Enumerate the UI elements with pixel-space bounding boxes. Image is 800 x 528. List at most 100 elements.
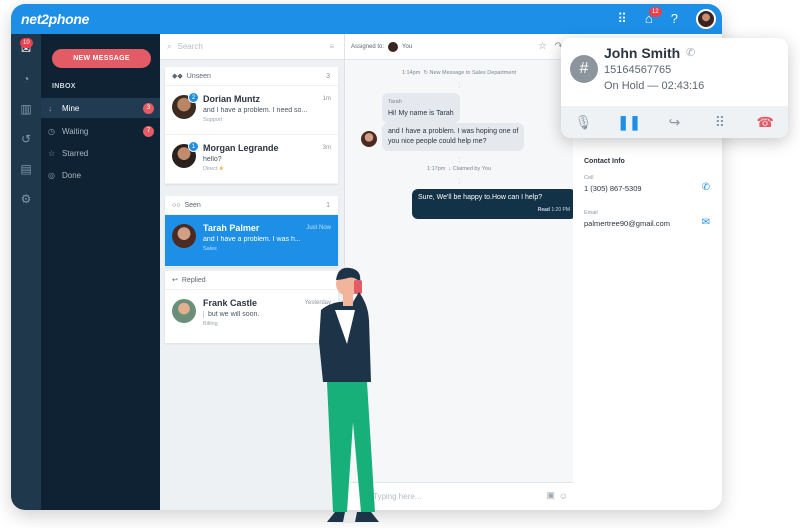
unseen-group: ◆◆ Unseen 3 2 Dorian Muntz 1m and I have… <box>165 67 338 184</box>
call-status: On Hold — 02:43:16 <box>604 80 705 92</box>
call-widget: # John Smith ✆ 15164567765 On Hold — 02:… <box>561 38 788 138</box>
dashboard-icon[interactable]: ◔ <box>11 64 41 94</box>
new-message-button[interactable]: NEW MESSAGE <box>52 49 151 68</box>
sidebar-item-label: Done <box>62 170 82 180</box>
assigned-label: Assigned to: <box>351 43 385 50</box>
group-count: 1 <box>326 201 330 209</box>
sidebar-item-label: Mine <box>62 103 80 113</box>
outgoing-message: Sure, We'll be happy to.How can I help? … <box>412 189 576 219</box>
emoji-icon[interactable]: ☺ <box>559 491 568 501</box>
avatar <box>172 299 196 323</box>
assignee-avatar <box>388 41 399 52</box>
timestamp: Just Now <box>306 225 331 231</box>
transfer-icon[interactable]: ↪ <box>662 114 686 131</box>
message-text: Hi! My name is Tarah <box>388 110 454 117</box>
read-receipt: Read 1:20 PM <box>537 207 570 213</box>
keypad-icon[interactable]: ⠿ <box>708 114 732 131</box>
conversation-item[interactable]: 1 Morgan Legrande 3m hello? Direct ★ <box>165 135 338 184</box>
search-bar[interactable]: ⌕ Search ≡ <box>160 34 344 60</box>
system-message: 1:14pm ↻ New Message to Sales Department <box>401 70 517 76</box>
sidebar-item-mine[interactable]: ↓ Mine 3 <box>41 98 160 118</box>
reply-icon: ↩ <box>172 277 178 284</box>
check-circle-icon: ◎ <box>48 170 55 180</box>
pause-icon[interactable]: ❚❚ <box>617 114 641 131</box>
hash-avatar: # <box>570 55 598 83</box>
search-input[interactable]: Search <box>177 42 202 51</box>
caller-number: 15164567765 <box>604 64 672 76</box>
mute-icon[interactable]: 🎙 <box>572 114 596 131</box>
image-icon[interactable]: ▣ <box>546 490 555 501</box>
department-tag: Support <box>203 117 223 123</box>
sidebar-item-starred[interactable]: ☆ Starred <box>41 143 160 163</box>
conversation-item-selected[interactable]: Tarah Palmer Just Now and I have a probl… <box>165 215 338 267</box>
clock-icon: ◷ <box>48 126 55 136</box>
timestamp: 1m <box>322 96 331 102</box>
group-label: Replied <box>181 276 206 284</box>
timestamp: 3m <box>322 145 331 151</box>
stats-icon[interactable]: ▥ <box>11 94 41 124</box>
divider-dots: · · <box>458 155 461 166</box>
sender-name: Tarah <box>388 99 402 105</box>
chat-header: Assigned to: You ☆ ↷ <box>345 34 573 60</box>
avatar <box>172 224 196 248</box>
top-bar: net2phone ⠿ ⌂ 12 ? <box>11 4 722 34</box>
mail-icon[interactable]: ✉ 10 <box>11 34 41 64</box>
department-tag: Direct ★ <box>203 166 224 172</box>
mail-icon[interactable]: ✉ <box>702 217 710 228</box>
seen-group: ○○ Seen 1 Tarah Palmer Just Now and I ha… <box>165 196 338 267</box>
contact-name: Morgan Legrande <box>203 143 279 153</box>
notification-badge: 12 <box>648 7 662 17</box>
mail-badge: 10 <box>20 38 33 48</box>
message-preview: hello? <box>203 156 222 163</box>
filter-icon[interactable]: ≡ <box>329 42 334 51</box>
sidebar: NEW MESSAGE INBOX ↓ Mine 3 ◷ Waiting 7 ☆… <box>41 34 160 510</box>
phone-icon: ✆ <box>686 47 696 59</box>
star-icon: ★ <box>218 166 224 172</box>
group-header: ○○ Seen 1 <box>165 196 338 215</box>
star-icon[interactable]: ☆ <box>538 41 547 52</box>
incoming-message: Tarah Hi! My name is Tarah <box>382 93 460 123</box>
count-badge: 3 <box>143 102 154 114</box>
user-avatar[interactable] <box>696 9 716 29</box>
dialpad-icon[interactable]: ⠿ <box>617 4 627 34</box>
sidebar-item-done[interactable]: ◎ Done <box>41 165 160 185</box>
seen-icon: ○○ <box>172 201 181 209</box>
incoming-message: and I have a problem. I was hoping one o… <box>382 123 525 151</box>
message-preview: but we will soon. <box>203 311 308 318</box>
conversation-item[interactable]: 2 Dorian Muntz 1m and I have a problem. … <box>165 86 338 135</box>
cell-label: Cell <box>584 175 594 181</box>
caller-name: John Smith <box>604 45 681 61</box>
email-value: palmertree90@gmail.com <box>584 219 670 228</box>
email-label: Email <box>584 210 598 216</box>
unread-badge: 1 <box>188 141 199 152</box>
sidebar-item-label: Starred <box>62 148 89 158</box>
count-badge: 7 <box>143 125 154 137</box>
notifications-icon[interactable]: ⌂ 12 <box>645 4 662 34</box>
message-preview: and I have a problem. I need so... <box>203 107 308 114</box>
message-text: Sure, We'll be happy to.How can I help? <box>418 194 543 201</box>
contact-info-title: Contact Info <box>584 158 625 165</box>
hangup-icon[interactable]: ☎ <box>753 114 777 131</box>
unseen-icon: ◆◆ <box>172 73 183 80</box>
contact-name: Dorian Muntz <box>203 94 260 104</box>
sidebar-item-label: Waiting <box>62 126 89 136</box>
avatar <box>361 131 377 147</box>
arrow-down-icon: ↓ <box>48 103 52 113</box>
divider-dots: · · <box>458 80 461 91</box>
settings-icon[interactable]: ⚙ <box>11 184 41 214</box>
message-preview: and I have a problem. I was h... <box>203 236 301 243</box>
cell-value: 1 (305) 867-5309 <box>584 184 642 193</box>
group-count: 3 <box>326 72 330 80</box>
assignee-name[interactable]: You <box>402 44 412 50</box>
group-header: ◆◆ Unseen 3 <box>165 67 338 86</box>
system-message: 1:17pm ↓ Claimed by You <box>427 166 491 172</box>
sidebar-item-waiting[interactable]: ◷ Waiting 7 <box>41 121 160 141</box>
store-icon[interactable]: ▤ <box>11 154 41 184</box>
phone-icon[interactable]: ✆ <box>702 182 710 193</box>
message-text: and I have a problem. I was hoping one o… <box>388 128 519 135</box>
divider-dots: · · <box>458 176 461 187</box>
history-icon[interactable]: ↺ <box>11 124 41 154</box>
unread-badge: 2 <box>188 92 199 103</box>
star-icon: ☆ <box>48 148 56 158</box>
help-icon[interactable]: ? <box>671 4 678 34</box>
